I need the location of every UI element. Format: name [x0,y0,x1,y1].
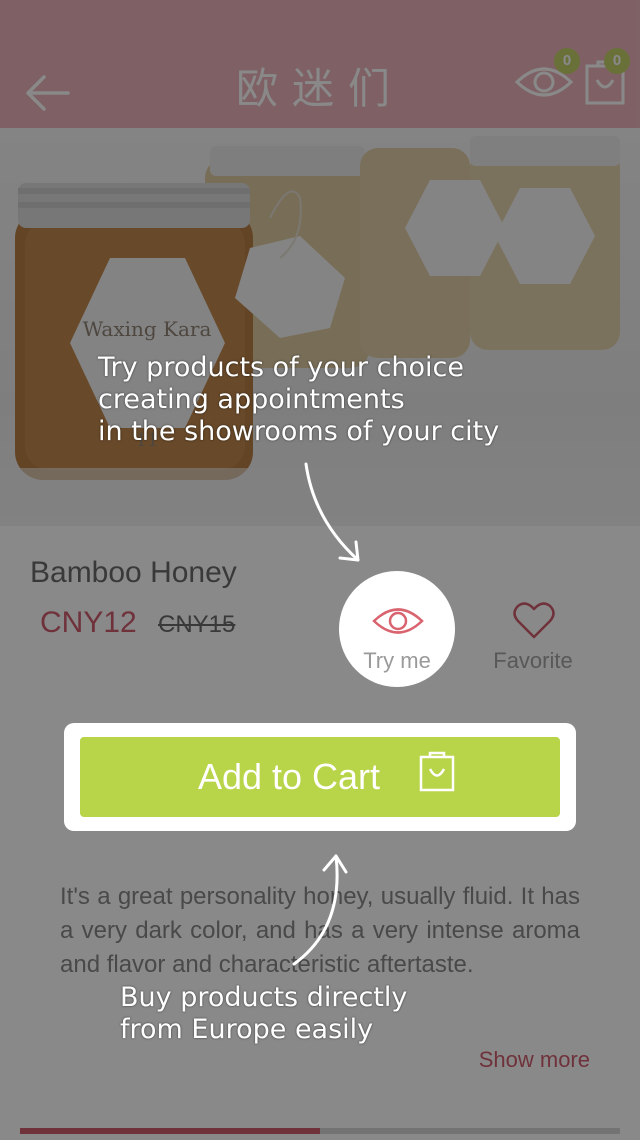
show-more-link[interactable]: Show more [440,1047,590,1073]
bottom-tab-indicator [0,1128,640,1140]
shopping-bag-icon [419,751,455,792]
cart-count-badge: 0 [604,48,630,74]
try-eye-icon [372,608,424,634]
bottom-tab-active [20,1128,320,1134]
app-header: 欧迷们 0 0 [0,0,640,128]
favorite-label[interactable]: Favorite [472,648,594,674]
try-me-label[interactable]: Try me [339,648,455,674]
product-name: Bamboo Honey [30,556,237,589]
heart-icon[interactable] [512,600,556,640]
tip-arrow-up-icon [292,854,348,966]
buy-tip-text: Buy products directly from Europe easily [120,982,408,1045]
bottom-tab-inactive [320,1128,620,1134]
product-price: CNY12 [40,606,137,639]
try-tip-text: Try products of your choice creating app… [98,352,500,447]
svg-text:Waxing Kara: Waxing Kara [83,317,212,341]
watch-count-badge: 0 [554,48,580,74]
tip-arrow-down-icon [304,462,360,562]
product-old-price: CNY15 [158,611,236,638]
